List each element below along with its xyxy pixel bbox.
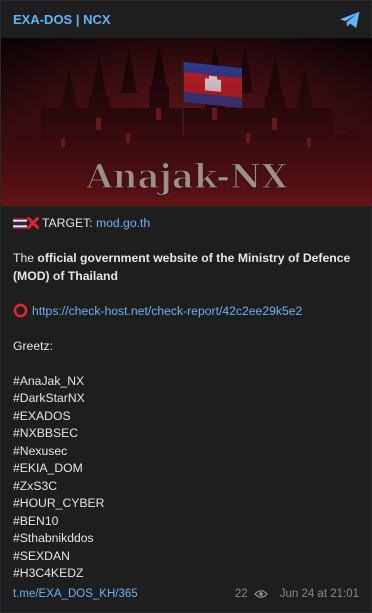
hashtag[interactable]: #EKIA_DOM xyxy=(13,460,363,478)
description: The official government website of the M… xyxy=(13,250,363,285)
red-circle-icon xyxy=(13,303,28,317)
description-prefix: The xyxy=(13,251,38,265)
description-bold: official government website of the Minis… xyxy=(13,251,351,283)
eye-icon xyxy=(253,590,268,598)
greetz-label: Greetz: xyxy=(13,338,53,353)
red-cross-icon xyxy=(27,217,39,229)
post-source-link[interactable]: t.me/EXA_DOS_KH/365 xyxy=(13,588,138,600)
target-label: TARGET: xyxy=(42,216,93,230)
hashtag[interactable]: #ZxS3C xyxy=(13,478,363,496)
hashtag[interactable]: #NXBBSEC xyxy=(13,425,363,443)
report-line: https://check-host.net/check-report/42c2… xyxy=(13,303,363,321)
hashtag[interactable]: #EXADOS xyxy=(13,408,363,426)
post-footer: t.me/EXA_DOS_KH/365 22 Jun 24 at 21:01 xyxy=(13,586,359,602)
thailand-flag-icon xyxy=(13,218,27,229)
post-text: TARGET: mod.go.th The official governmen… xyxy=(13,215,363,583)
view-count: 22 xyxy=(234,588,248,600)
banner-title: Anajak-NX xyxy=(85,157,288,197)
target-link[interactable]: mod.go.th xyxy=(96,216,150,230)
hashtag[interactable]: #SEXDAN xyxy=(13,548,363,566)
report-link[interactable]: https://check-host.net/check-report/42c2… xyxy=(32,304,302,318)
hashtag[interactable]: #H3C4KEDZ xyxy=(13,565,363,583)
post-image[interactable]: Anajak-NX xyxy=(1,38,372,206)
hashtag[interactable]: #DarkStarNX xyxy=(13,390,363,408)
banner-artwork: Anajak-NX xyxy=(1,38,372,206)
hashtag[interactable]: #AnaJak_NX xyxy=(13,373,363,391)
hashtag[interactable]: #HOUR_CYBER xyxy=(13,495,363,513)
post-date: Jun 24 at 21:01 xyxy=(279,588,359,600)
hashtag[interactable]: #BEN10 xyxy=(13,513,363,531)
channel-name[interactable]: EXA-DOS | NCX xyxy=(13,12,111,27)
hashtag[interactable]: #Sthabnikddos xyxy=(13,530,363,548)
hashtag[interactable]: #Nexusec xyxy=(13,443,363,461)
channel-post: EXA-DOS | NCX Anajak-NX TARGET: mod.go.t… xyxy=(0,0,372,613)
telegram-plane-icon[interactable] xyxy=(339,11,361,29)
target-line: TARGET: mod.go.th xyxy=(13,215,363,233)
post-header: EXA-DOS | NCX xyxy=(1,1,372,38)
